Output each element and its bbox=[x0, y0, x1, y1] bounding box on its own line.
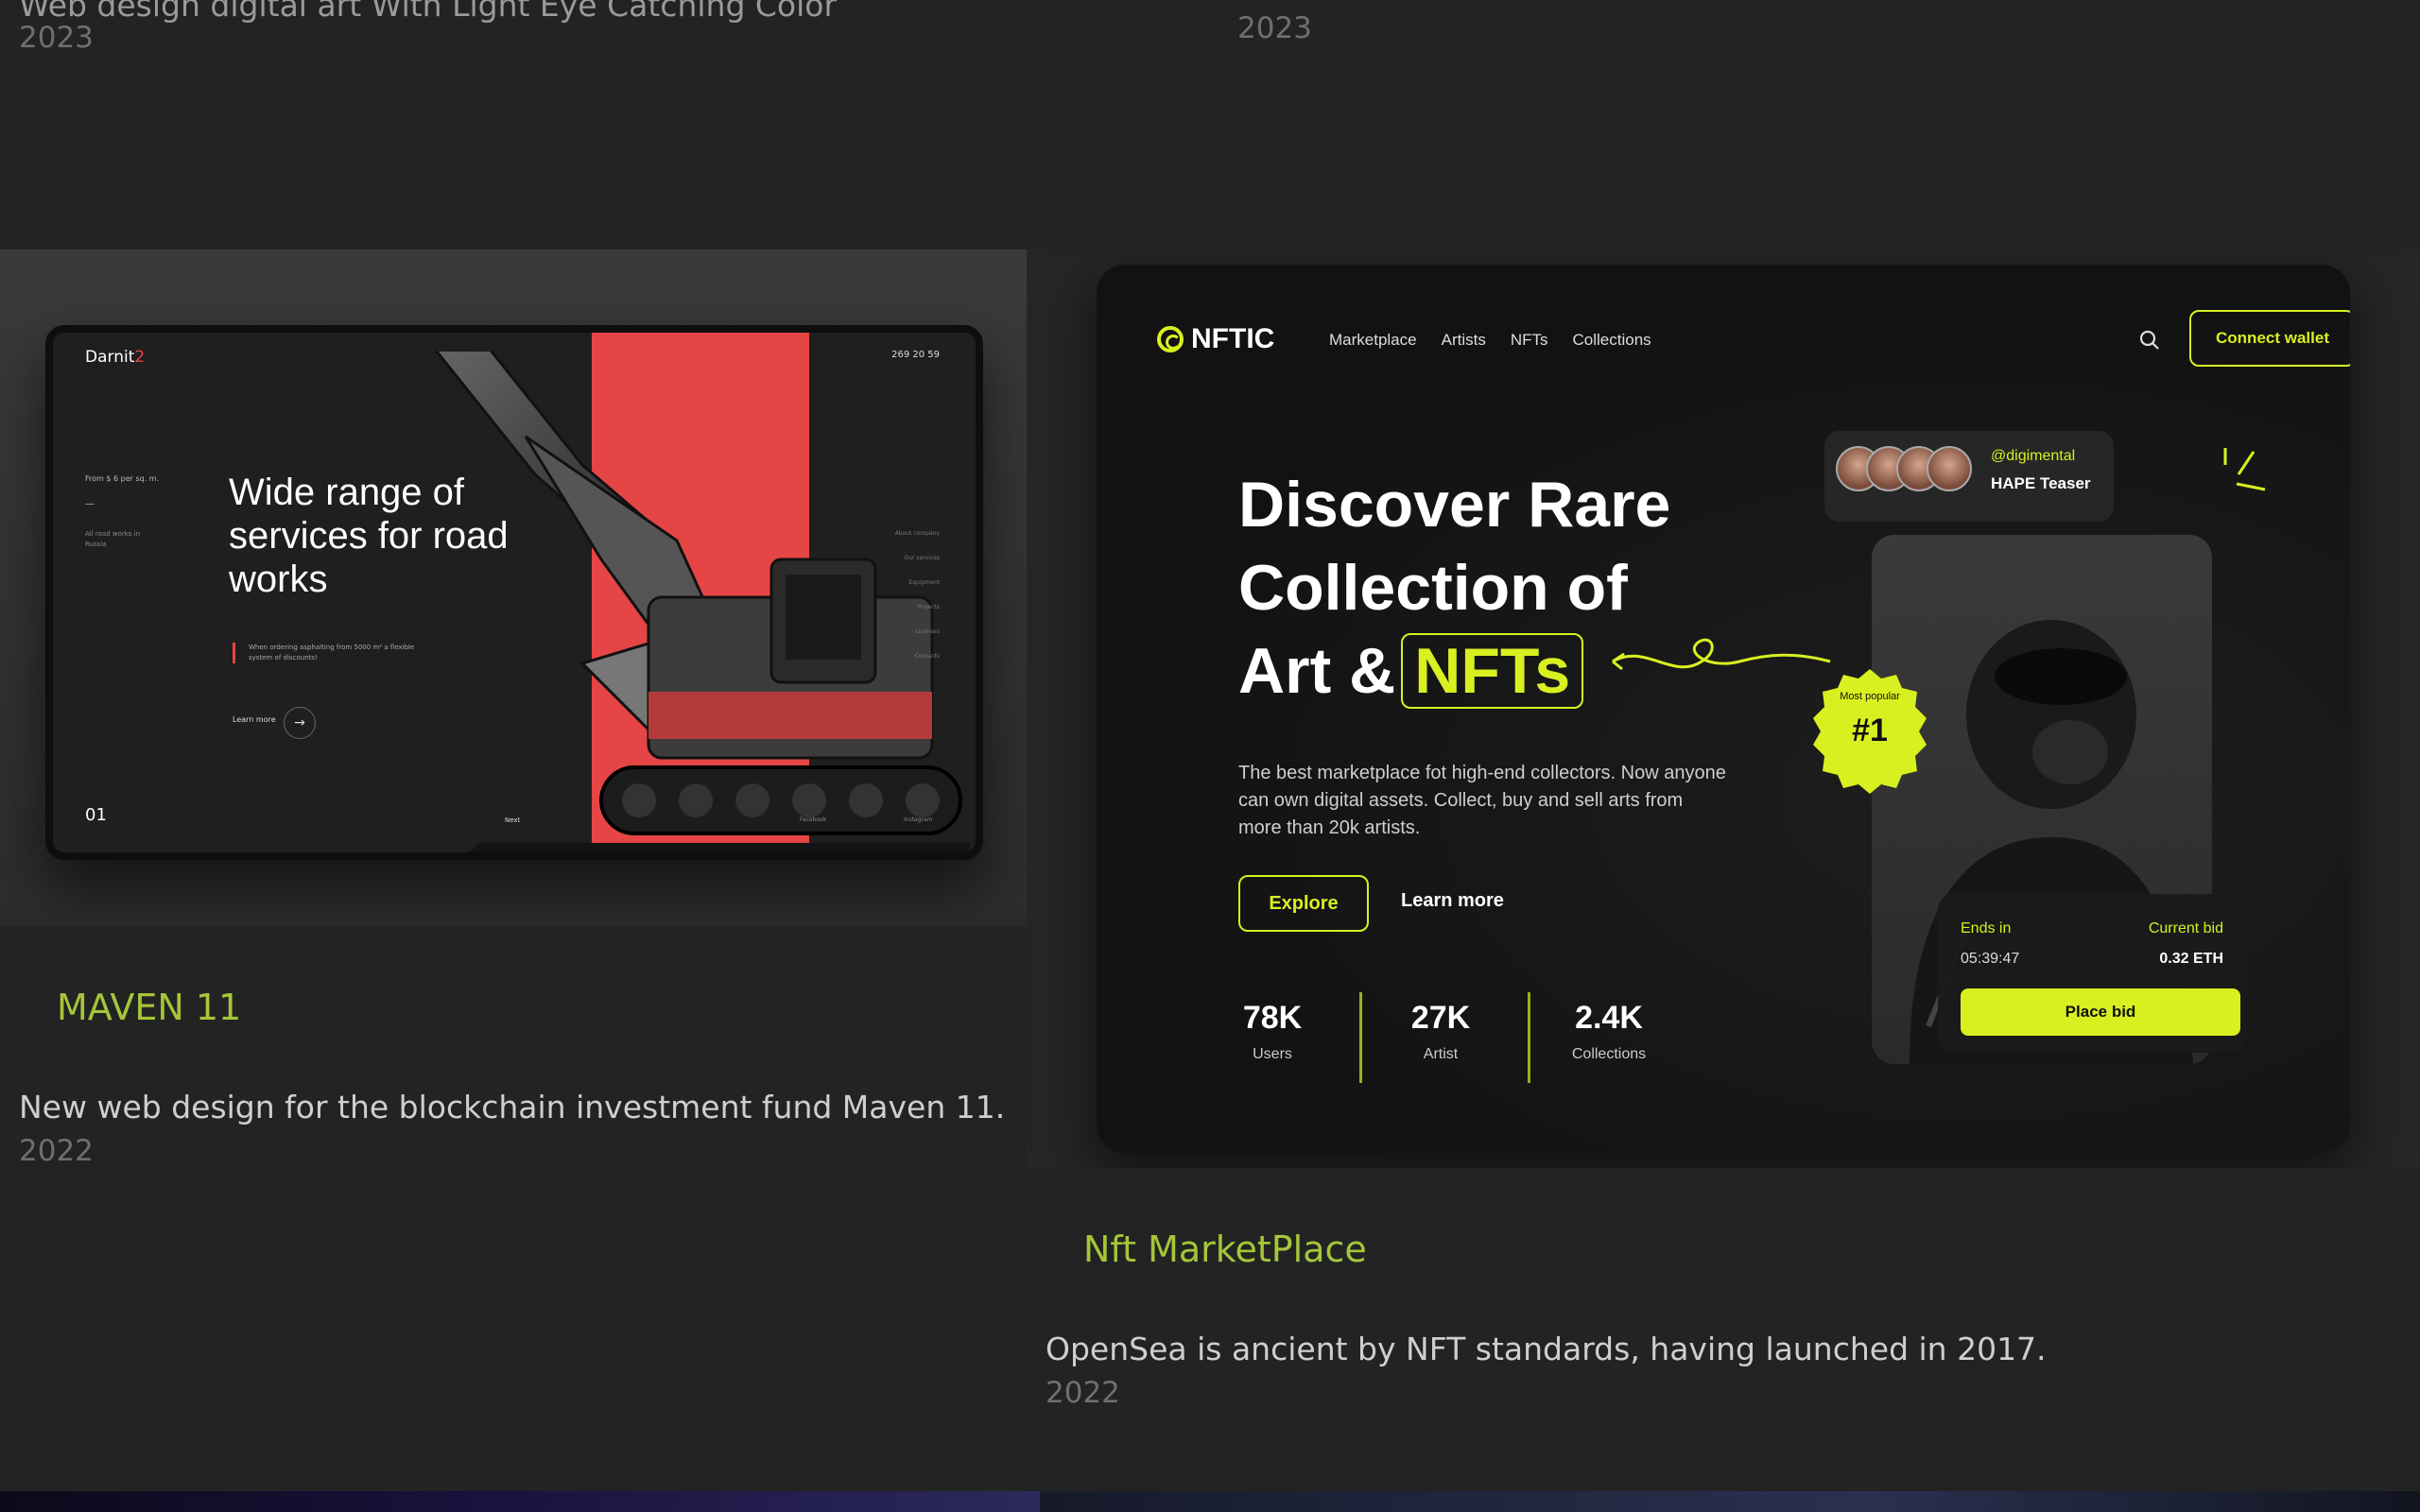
project-thumbnail-nft[interactable]: NFTIC Marketplace Artists NFTs Collectio… bbox=[1027, 249, 2420, 1168]
avatar bbox=[1927, 446, 1972, 491]
nftic-logo: NFTIC bbox=[1157, 323, 1274, 355]
nft-hero-title: Discover Rare Collection of Art & NFTs bbox=[1238, 469, 1671, 709]
most-popular-badge: #1 Most popular bbox=[1813, 669, 1927, 794]
bid-panel: Ends in 05:39:47 Current bid 0.32 ETH Pl… bbox=[1938, 894, 2246, 1053]
svg-text:Most popular: Most popular bbox=[1840, 691, 1900, 702]
mock-allroad: All road works in Russia bbox=[85, 530, 141, 548]
project-thumbnail-next[interactable] bbox=[0, 1491, 1040, 1512]
project-year: 2023 bbox=[19, 21, 94, 55]
nav-item-collections: Collections bbox=[1572, 331, 1651, 349]
search-icon bbox=[2139, 330, 2159, 350]
project-description: New web design for the blockchain invest… bbox=[19, 1089, 1006, 1125]
nav-item-nfts: NFTs bbox=[1510, 331, 1548, 349]
road-works-mockup: Darnit2 269 20 59 From $ 6 per sq. m. — … bbox=[45, 325, 983, 860]
mock-social-facebook: Facebook bbox=[800, 816, 827, 823]
mock-price: From $ 6 per sq. m. bbox=[85, 474, 160, 483]
mock-note: When ordering asphalting from 5000 m² a … bbox=[233, 643, 422, 663]
place-bid-button: Place bid bbox=[1961, 988, 2240, 1036]
project-title[interactable]: MAVEN 11 bbox=[57, 987, 241, 1028]
explore-button: Explore bbox=[1238, 875, 1369, 932]
nft-marketplace-mockup: NFTIC Marketplace Artists NFTs Collectio… bbox=[1097, 265, 2350, 1153]
project-description: OpenSea is ancient by NFT standards, hav… bbox=[1046, 1331, 2047, 1367]
bidder-card: @digimental HAPE Teaser bbox=[1824, 431, 2114, 522]
nav-item-artists: Artists bbox=[1441, 331, 1486, 349]
bidder-teaser: HAPE Teaser bbox=[1991, 474, 2091, 492]
sparkle-icon bbox=[2223, 448, 2266, 491]
mock-brand-logo: Darnit2 bbox=[85, 348, 146, 367]
stat-artist: 27K Artist bbox=[1410, 1000, 1471, 1062]
nft-nav: Marketplace Artists NFTs Collections bbox=[1329, 331, 1651, 350]
nft-hero-subtitle: The best marketplace fot high-end collec… bbox=[1238, 763, 1726, 838]
nftic-logo-icon bbox=[1157, 326, 1184, 352]
nav-item-marketplace: Marketplace bbox=[1329, 331, 1417, 349]
svg-text:#1: #1 bbox=[1852, 713, 1888, 748]
bidder-handle: @digimental bbox=[1991, 448, 2076, 464]
project-thumbnail-next[interactable] bbox=[1040, 1491, 2420, 1512]
squiggle-decoration bbox=[1612, 638, 1831, 671]
mock-headline: Wide range of services for road works bbox=[229, 472, 509, 600]
project-year: 2022 bbox=[19, 1134, 94, 1168]
mock-menu: About company Our services Equipment Proje… bbox=[894, 530, 940, 660]
project-title[interactable]: Nft MarketPlace bbox=[1083, 1228, 1367, 1270]
stat-divider bbox=[1528, 992, 1530, 1083]
learn-more-link: Learn more bbox=[1401, 890, 1504, 911]
mock-slide-number: 01 bbox=[85, 805, 107, 825]
stat-divider bbox=[1359, 992, 1362, 1083]
project-thumbnail-maven[interactable]: Darnit2 269 20 59 From $ 6 per sq. m. — … bbox=[0, 249, 1027, 926]
project-description: Web design digital art With Light Eye Ca… bbox=[19, 0, 838, 24]
mock-dash: — bbox=[85, 499, 95, 509]
stat-collections: 2.4K Collections bbox=[1571, 1000, 1647, 1062]
arrow-right-icon: → bbox=[284, 707, 316, 739]
mock-next: Next bbox=[505, 816, 521, 824]
mock-social-instagram: Instagram bbox=[904, 816, 933, 823]
stat-users: 78K Users bbox=[1242, 1000, 1303, 1062]
connect-wallet-button: Connect wallet bbox=[2189, 310, 2350, 367]
project-year: 2022 bbox=[1046, 1376, 1120, 1410]
mock-learn-more: Learn more bbox=[233, 715, 276, 724]
project-year: 2023 bbox=[1237, 11, 1312, 45]
